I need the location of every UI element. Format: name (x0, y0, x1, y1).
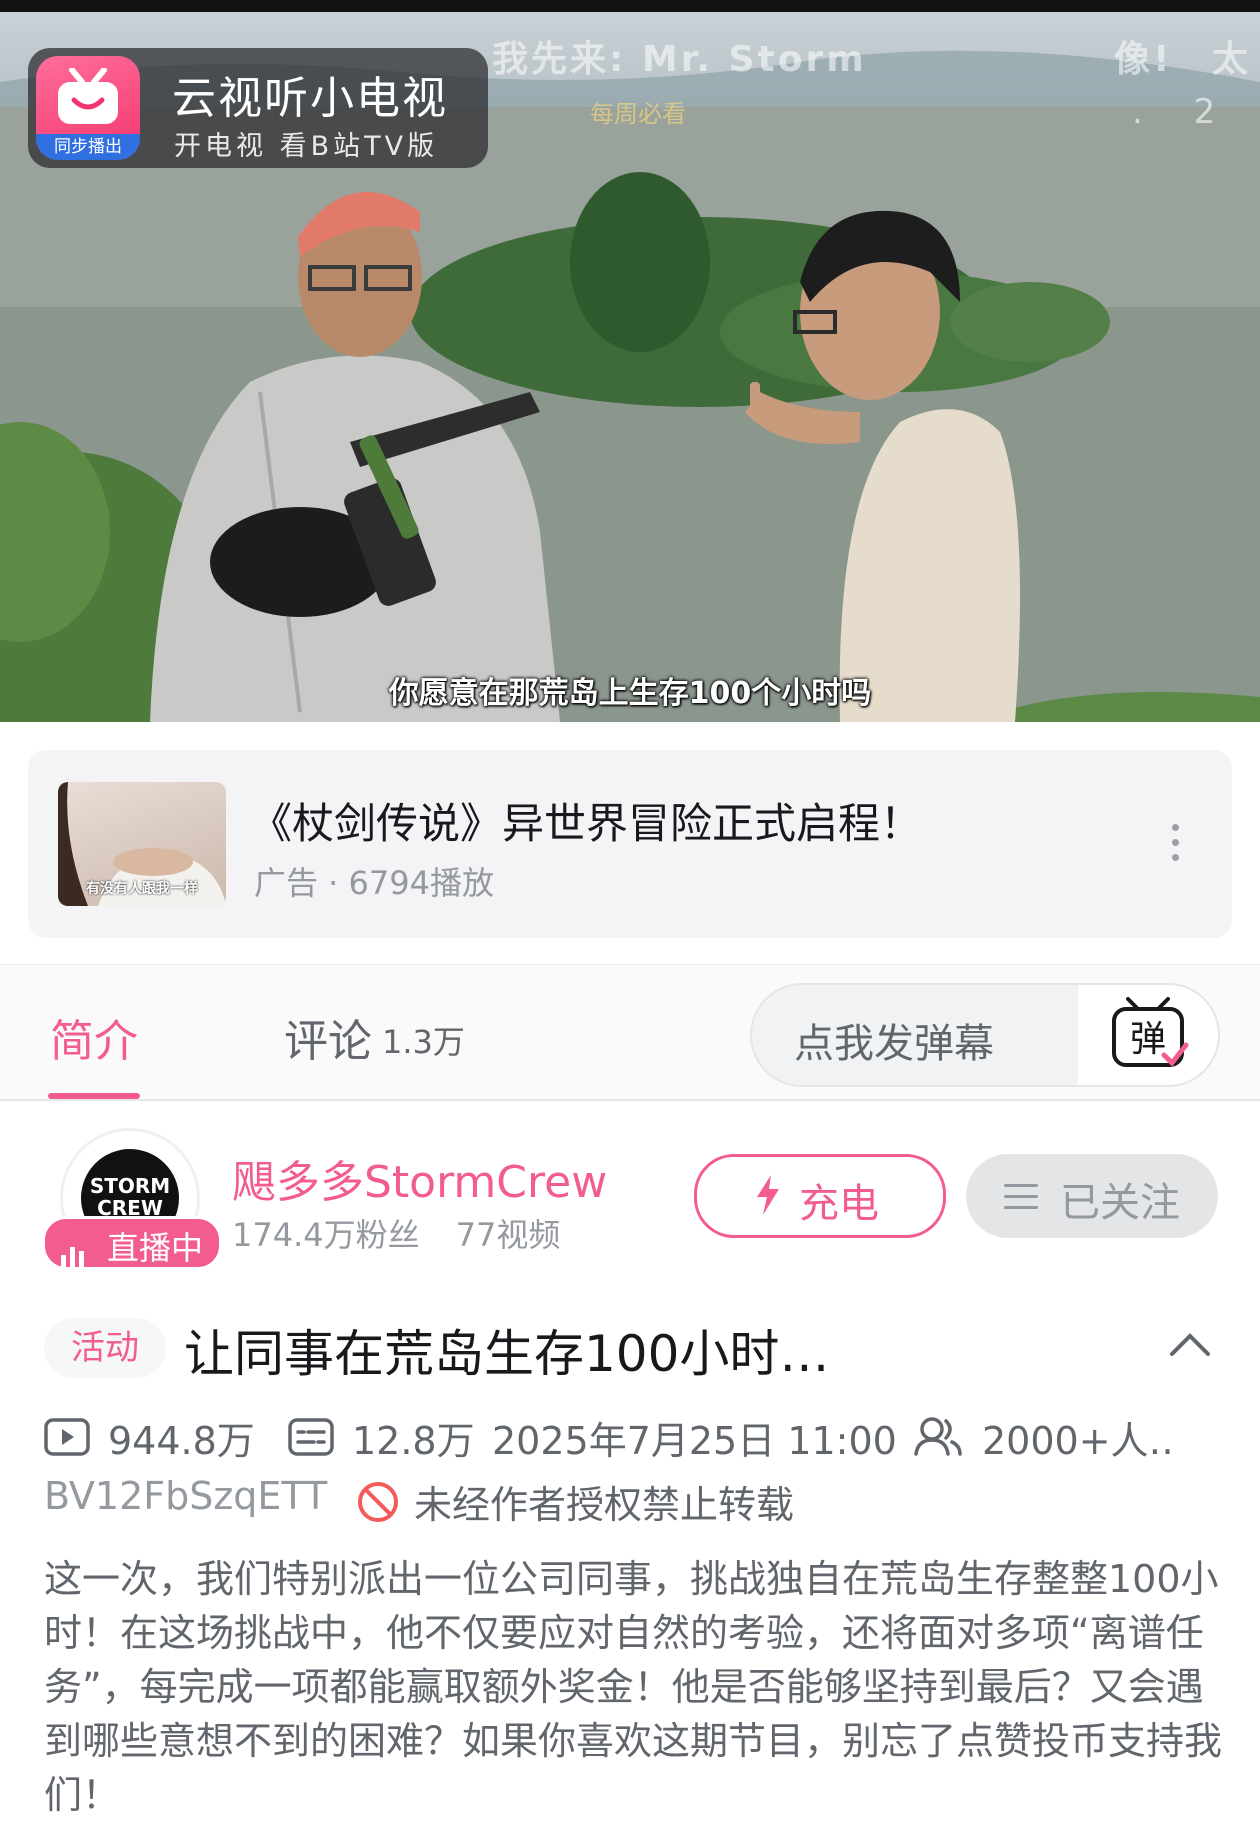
tab-intro[interactable]: 简介 (50, 1005, 138, 1069)
menu-icon (1004, 1184, 1038, 1217)
video-title[interactable]: 让同事在荒岛生存100小时… (184, 1314, 829, 1386)
danmaku-comment: . 2 (1132, 92, 1236, 132)
danmaku-count-icon (288, 1418, 334, 1465)
view-count: 944.8万 (108, 1419, 255, 1463)
activity-tag[interactable]: 活动 (44, 1318, 166, 1378)
video-count: 77视频 (455, 1216, 561, 1254)
ad-thumbnail: 有没有人跟我一样 (58, 782, 226, 906)
danmaku-input[interactable]: 点我发弹幕 弹 (750, 983, 1220, 1087)
bvid[interactable]: BV12FbSzqETT (44, 1474, 327, 1518)
tab-comments[interactable]: 评论 (284, 1005, 372, 1069)
copyright-notice: 未经作者授权禁止转载 (414, 1483, 795, 1527)
sync-label: 同步播出 (36, 134, 140, 160)
danmaku-input-placeholder[interactable]: 点我发弹幕 (794, 1011, 994, 1069)
live-bars-icon (61, 1231, 88, 1269)
video-subtitle: 你愿意在那荒岛上生存100个小时吗 (388, 676, 872, 711)
chevron-up-icon[interactable] (1168, 1330, 1212, 1358)
charge-button[interactable]: 充电 (694, 1154, 946, 1238)
video-description: 这一次，我们特别派出一位公司同事，挑战独自在荒岛生存整整100小时！在这场挑战中… (44, 1557, 1223, 1817)
ad-card[interactable]: 有没有人跟我一样 《杖剑传说》异世界冒险正式启程！ 广告 · 6794播放 (28, 750, 1232, 938)
follow-button[interactable]: 已关注 (966, 1154, 1218, 1238)
watching-count: 2000+人‥ (982, 1419, 1174, 1463)
promo-title: 云视听小电视 (172, 73, 448, 124)
follow-label: 已关注 (1060, 1180, 1180, 1226)
promo-subtitle: 开电视 看B站TV版 (174, 131, 439, 162)
bilibili-tv-logo: 同步播出 (36, 56, 140, 160)
charge-label: 充电 (799, 1181, 879, 1227)
no-repost-icon (356, 1480, 400, 1533)
ad-meta: 广告 · 6794播放 (254, 864, 494, 902)
danmaku-icon: 弹 (1112, 997, 1189, 1067)
uploader-name[interactable]: 飓多多StormCrew (232, 1146, 607, 1210)
danmaku-comment: 像! (1114, 39, 1173, 80)
people-icon (914, 1416, 962, 1467)
tab-bar: 简介 评论 1.3万 点我发弹幕 弹 (0, 964, 1260, 1101)
tv-app-promo[interactable]: 同步播出 云视听小电视 开电视 看B站TV版 (28, 48, 488, 168)
svg-text:弹: 弹 (1130, 1019, 1166, 1060)
video-player[interactable]: 同步播出 云视听小电视 开电视 看B站TV版 我先来: Mr. Storm 像!… (0, 12, 1260, 722)
ad-thumbnail-caption: 有没有人跟我一样 (86, 881, 198, 897)
more-options-icon[interactable] (1172, 824, 1180, 869)
comments-count[interactable]: 1.3万 (382, 1017, 465, 1063)
video-id-row: BV12FbSzqETT 未经作者授权禁止转载 (44, 1474, 794, 1527)
danmaku-comment: 太 (1212, 39, 1252, 80)
publish-date: 2025年7月25日 11:00 (492, 1419, 897, 1463)
danmaku-toggle-button[interactable]: 弹 (1078, 985, 1218, 1085)
play-icon (44, 1418, 90, 1465)
danmaku-comment: 我先来: Mr. Storm (492, 39, 867, 80)
active-tab-indicator (48, 1093, 140, 1099)
live-badge[interactable]: 直播中 (42, 1216, 222, 1270)
uploader-stats: 174.4万粉丝 77视频 (232, 1210, 560, 1256)
status-bar (0, 0, 1260, 12)
danmaku-count: 12.8万 (352, 1419, 475, 1463)
fans-count: 174.4万粉丝 (232, 1216, 420, 1254)
live-label: 直播中 (107, 1229, 204, 1267)
lightning-icon (757, 1175, 779, 1215)
danmaku-comment: 每周必看 (590, 100, 686, 128)
ad-title[interactable]: 《杖剑传说》异世界冒险正式启程！ (250, 790, 922, 851)
